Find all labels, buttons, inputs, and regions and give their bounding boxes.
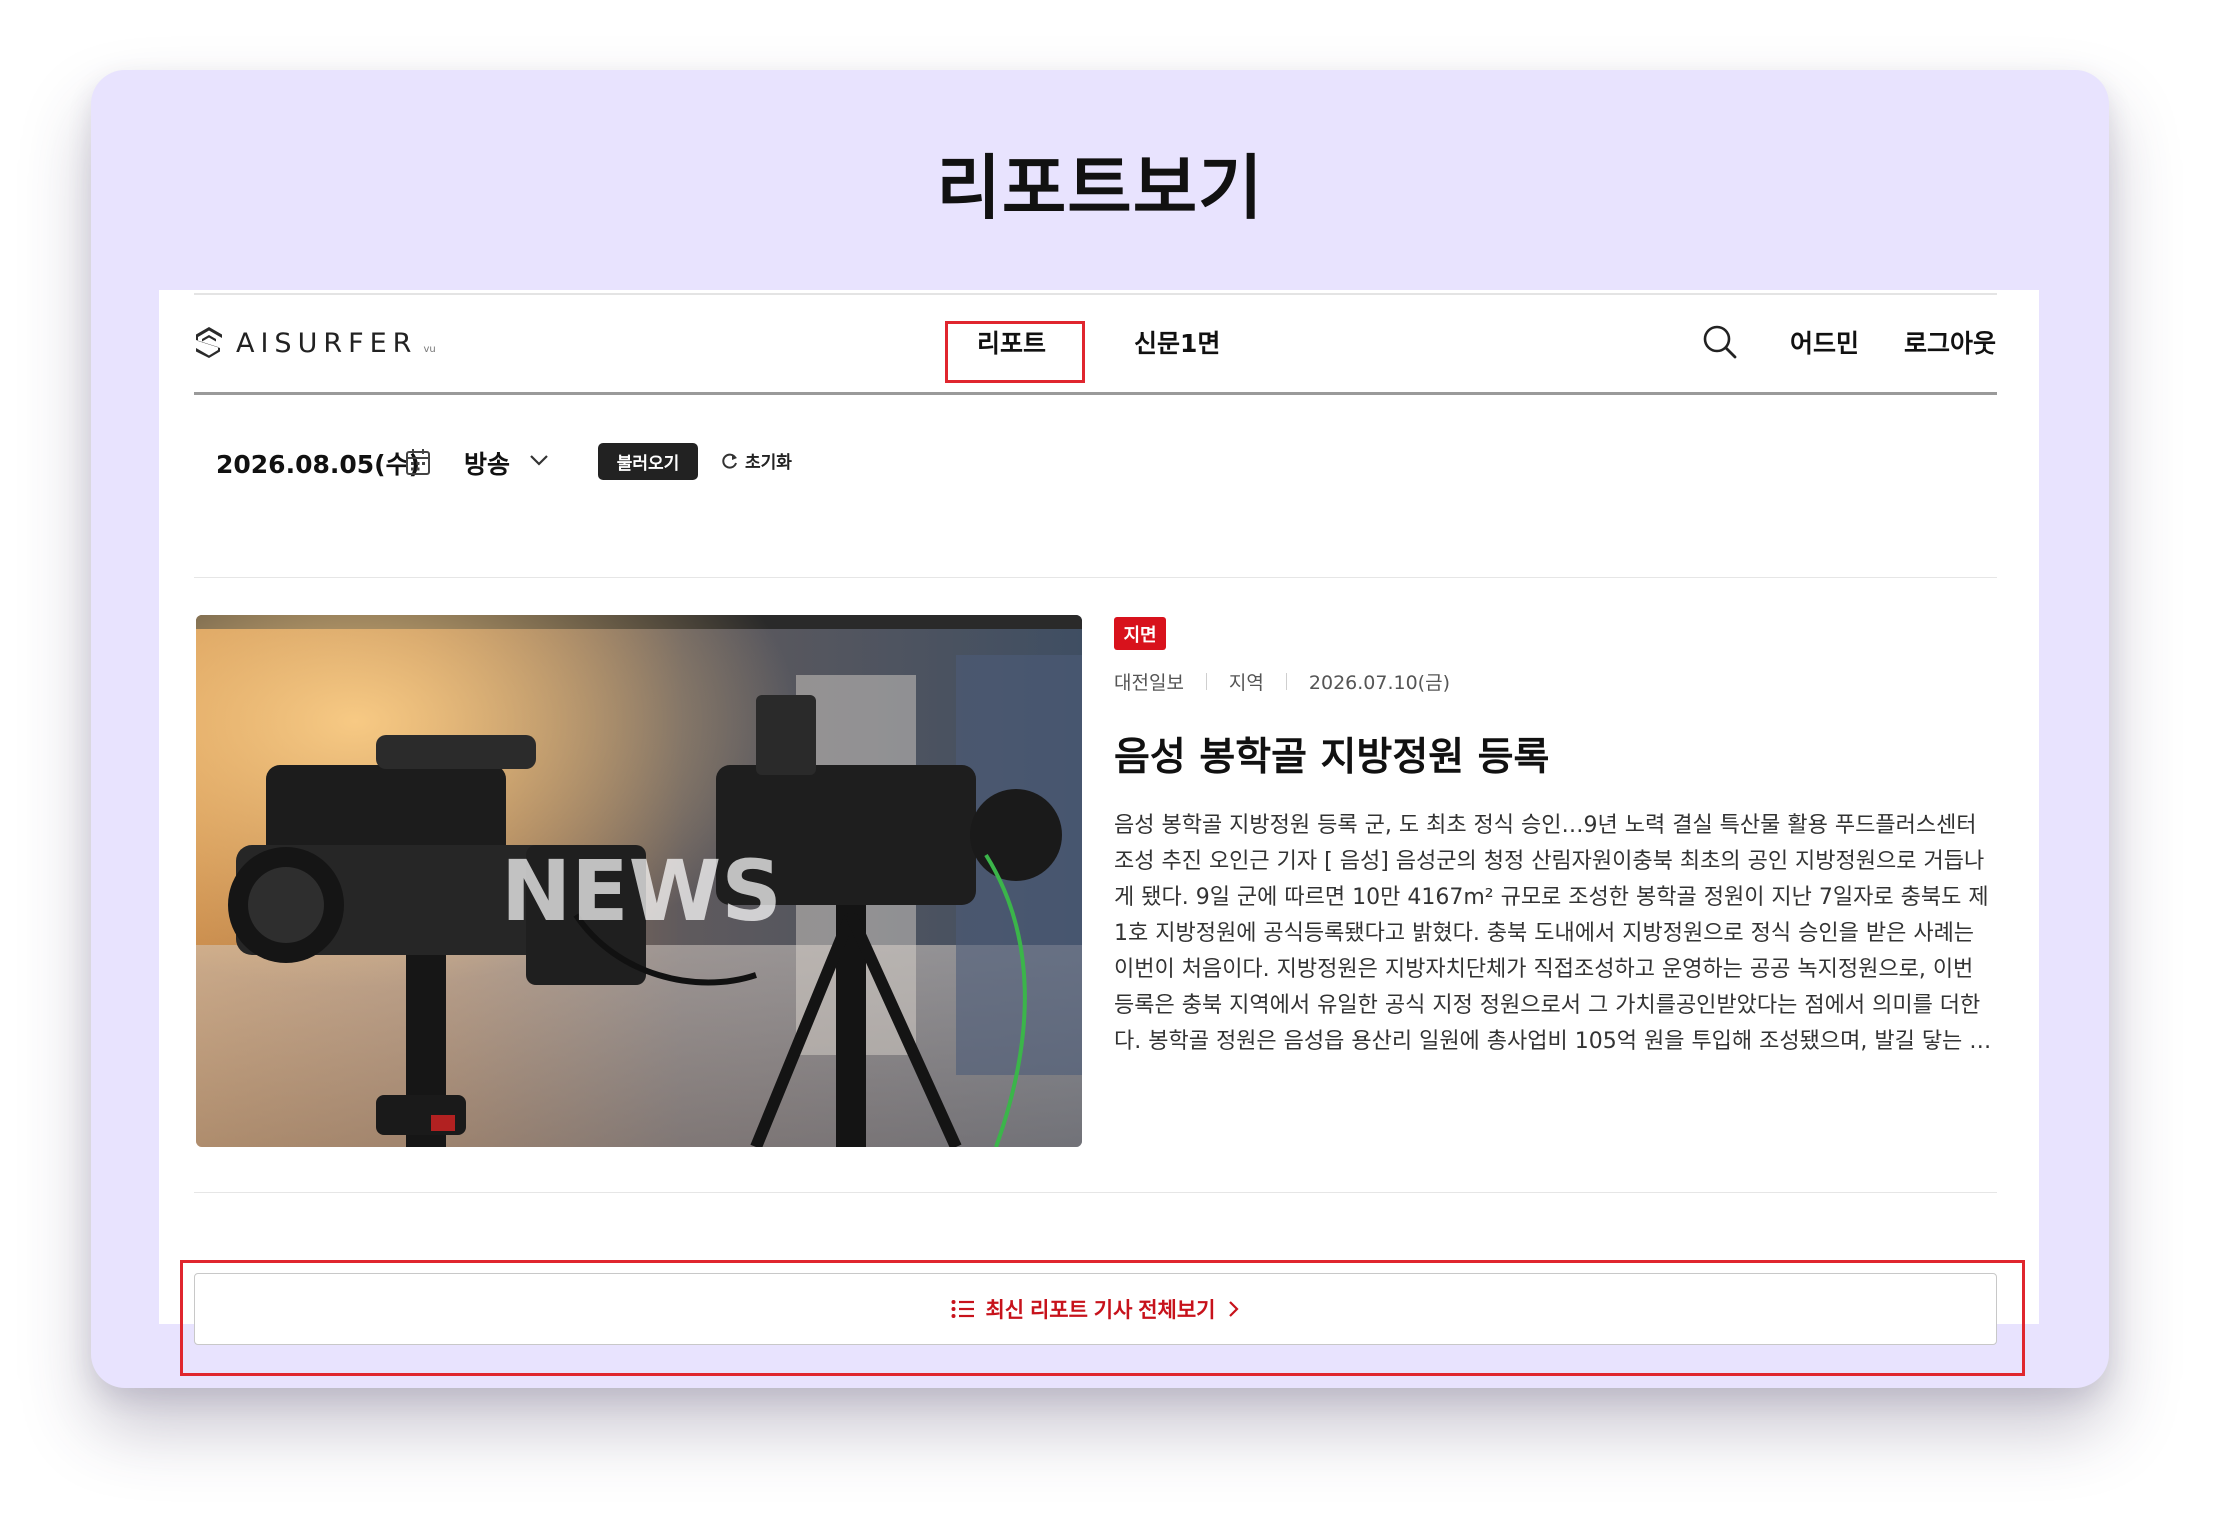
screen-top-divider (194, 293, 1997, 295)
logo[interactable]: AISURFER vu (194, 326, 436, 360)
filter-divider (194, 577, 1997, 578)
chevron-right-icon (1228, 1301, 1239, 1317)
date-picker-button[interactable] (405, 448, 431, 480)
article-source: 대전일보 (1114, 672, 1184, 694)
logout-link[interactable]: 로그아웃 (1904, 324, 1996, 360)
list-icon (951, 1300, 975, 1318)
view-all-label: 최신 리포트 기사 전체보기 (985, 1299, 1216, 1322)
logo-mark-icon (196, 327, 222, 358)
app-screen: AISURFER vu 리포트 신문1면 어드민 로그아웃 2026.08.05… (159, 290, 2039, 1376)
article-badge: 지면 (1114, 617, 1166, 650)
article-divider (194, 1192, 1997, 1193)
page-heading: 리포트보기 (936, 147, 1264, 229)
calendar-icon (406, 449, 430, 475)
search-button[interactable] (1702, 324, 1738, 364)
article-thumbnail[interactable]: NEWS (196, 615, 1082, 1147)
thumbnail-news-text: NEWS (501, 842, 782, 940)
logo-text: AISURFER (236, 327, 418, 359)
article-date: 2026.07.10(금) (1308, 672, 1450, 694)
article-meta: 대전일보 지역 2026.07.10(금) (1114, 668, 1450, 695)
report-tab-highlight (945, 321, 1085, 383)
refresh-icon (722, 453, 737, 469)
media-type-select[interactable]: 방송 (464, 445, 510, 481)
reset-label: 초기화 (745, 453, 792, 473)
media-type-dropdown-toggle[interactable] (528, 452, 550, 471)
header-divider (194, 392, 1997, 395)
view-all-reports-button[interactable]: 최신 리포트 기사 전체보기 (194, 1273, 1997, 1345)
meta-separator (1205, 673, 1207, 690)
logo-sub: vu (423, 343, 436, 355)
meta-separator (1285, 673, 1287, 690)
admin-link[interactable]: 어드민 (1790, 324, 1859, 360)
search-icon (1703, 325, 1737, 359)
article-category: 지역 (1228, 672, 1264, 694)
load-button[interactable]: 불러오기 (598, 443, 698, 480)
chevron-down-icon (530, 455, 548, 466)
nav-item-front-page[interactable]: 신문1면 (1134, 324, 1220, 360)
reset-button[interactable]: 초기화 (721, 448, 792, 473)
article-headline[interactable]: 음성 봉학골 지방정원 등록 (1114, 726, 1549, 782)
presentation-card: 리포트보기 AISURFER vu 리포트 신문1면 어드민 로그아웃 2026… (91, 70, 2109, 1388)
date-filter[interactable]: 2026.08.05(수) (216, 445, 420, 481)
news-camera-image: NEWS (196, 615, 1082, 1147)
article-summary: 음성 봉학골 지방정원 등록 군, 도 최초 정식 승인…9년 노력 결실 특산… (1114, 813, 1992, 1054)
